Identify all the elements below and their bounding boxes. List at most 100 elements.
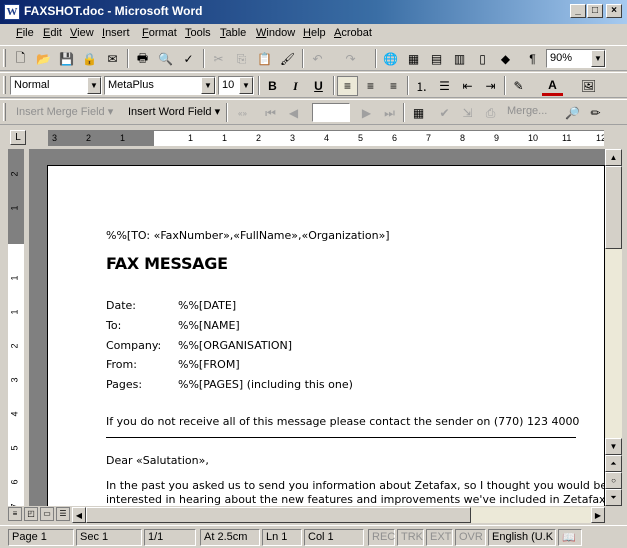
font-color-button[interactable]: A — [542, 76, 563, 96]
menu-view[interactable]: View — [70, 27, 94, 39]
spelling-status-icon[interactable]: 📖 — [558, 529, 582, 546]
copy-icon[interactable]: ⎘ — [231, 49, 252, 69]
menu-edit[interactable]: Edit — [43, 27, 62, 39]
highlight-icon[interactable]: ✎ — [508, 76, 529, 96]
print-icon[interactable]: 🖶 — [132, 49, 153, 69]
increase-indent-icon[interactable]: ⇥ — [480, 76, 501, 96]
toolbar-grip[interactable] — [3, 49, 6, 67]
menu-file[interactable]: File — [16, 27, 34, 39]
check-errors-icon[interactable]: ✔ — [434, 103, 455, 123]
align-left-icon[interactable]: ≡ — [337, 76, 358, 96]
web-layout-icon[interactable]: ◰ — [24, 507, 38, 521]
next-page-icon[interactable]: ⏷ — [605, 489, 622, 506]
horizontal-ruler[interactable]: 321112345678910111213 — [48, 130, 604, 146]
ruler-number: 12 — [596, 133, 604, 143]
insert-picture-icon[interactable]: 🖼 — [578, 76, 599, 96]
find-record-icon[interactable]: 🔎 — [562, 103, 583, 123]
font-size-select[interactable]: 10 ▼ — [218, 76, 254, 95]
redo-icon[interactable]: ↷ — [340, 49, 361, 69]
menu-window[interactable]: Window — [256, 27, 295, 39]
menu-tools[interactable]: Tools — [185, 27, 211, 39]
italic-button[interactable]: I — [285, 76, 306, 96]
merge-button[interactable]: Merge... — [507, 105, 547, 117]
spelling-icon[interactable]: ✓ — [178, 49, 199, 69]
insert-table-icon[interactable]: ▤ — [426, 49, 447, 69]
horizontal-scroll-thumb[interactable] — [86, 507, 471, 523]
edit-data-source-icon[interactable]: ✏ — [585, 103, 606, 123]
hyperlink-icon[interactable]: 🌐 — [380, 49, 401, 69]
vertical-ruler[interactable]: 2111234567 — [8, 149, 24, 506]
next-record-icon[interactable]: ▶ — [356, 103, 377, 123]
horizontal-scroll-track[interactable] — [86, 507, 591, 523]
new-document-icon[interactable]: 🗋 — [10, 49, 31, 69]
scroll-down-icon[interactable]: ▼ — [605, 438, 622, 455]
status-ovr[interactable]: OVR — [455, 529, 486, 546]
toolbar-grip[interactable] — [3, 76, 6, 94]
status-rec[interactable]: REC — [368, 529, 395, 546]
menu-table[interactable]: Table — [220, 27, 246, 39]
align-center-icon[interactable]: ≡ — [360, 76, 381, 96]
underline-button[interactable]: U — [308, 76, 329, 96]
scroll-thumb[interactable] — [605, 166, 622, 249]
scroll-right-icon[interactable]: ▶ — [591, 507, 605, 523]
close-button[interactable]: × — [606, 4, 622, 18]
tab-selector-button[interactable]: L — [10, 130, 26, 145]
toolbar-grip[interactable] — [3, 103, 6, 121]
chevron-down-icon[interactable]: ▼ — [87, 77, 101, 94]
save-icon[interactable]: 💾 — [56, 49, 77, 69]
minimize-button[interactable]: _ — [570, 4, 586, 18]
open-folder-icon[interactable]: 📂 — [33, 49, 54, 69]
numbering-icon[interactable]: ⒈ — [411, 76, 432, 96]
word-app-icon[interactable]: W — [4, 4, 20, 20]
font-select[interactable]: MetaPlus ▼ — [104, 76, 216, 95]
outline-view-icon[interactable]: ☰ — [56, 507, 70, 521]
ruler-number: 2 — [9, 171, 20, 177]
vertical-scrollbar[interactable]: ▲ ▼ ⏶ ○ ⏷ — [605, 149, 622, 506]
previous-record-icon[interactable]: ◀ — [283, 103, 304, 123]
status-trk[interactable]: TRK — [397, 529, 424, 546]
maximize-button[interactable]: □ — [587, 4, 603, 18]
merge-to-printer-icon[interactable]: ⎙ — [480, 103, 501, 123]
permission-icon[interactable]: 🔒 — [79, 49, 100, 69]
menu-acrobat[interactable]: Acrobat — [334, 27, 372, 39]
insert-excel-icon[interactable]: ▥ — [449, 49, 470, 69]
tables-borders-icon[interactable]: ▦ — [403, 49, 424, 69]
bullets-icon[interactable]: ☰ — [434, 76, 455, 96]
format-painter-icon[interactable]: 🖌 — [277, 49, 298, 69]
align-right-icon[interactable]: ≡ — [383, 76, 404, 96]
style-select[interactable]: Normal ▼ — [10, 76, 102, 95]
scroll-left-icon[interactable]: ◀ — [72, 507, 86, 523]
paste-icon[interactable]: 📋 — [254, 49, 275, 69]
normal-view-icon[interactable]: ≡ — [8, 507, 22, 521]
insert-merge-field-button[interactable]: Insert Merge Field ▾ — [16, 105, 113, 118]
select-browse-object-icon[interactable]: ○ — [605, 472, 622, 489]
decrease-indent-icon[interactable]: ⇤ — [457, 76, 478, 96]
chevron-down-icon[interactable]: ▼ — [239, 77, 253, 94]
print-layout-icon[interactable]: ▭ — [40, 507, 54, 521]
view-merged-data-icon[interactable]: «» — [232, 103, 253, 123]
menu-help[interactable]: Help — [303, 27, 326, 39]
show-hide-icon[interactable]: ¶ — [522, 49, 543, 69]
menu-format[interactable]: Format — [142, 27, 177, 39]
menu-insert[interactable]: Insert — [102, 27, 130, 39]
chevron-down-icon[interactable]: ▼ — [591, 50, 605, 67]
insert-word-field-button[interactable]: Insert Word Field ▾ — [128, 105, 220, 118]
document-page[interactable]: %%[TO: «FaxNumber»,«FullName»,«Organizat… — [47, 165, 605, 506]
mail-merge-helper-icon[interactable]: ▦ — [408, 103, 429, 123]
columns-icon[interactable]: ▯ — [472, 49, 493, 69]
last-record-icon[interactable]: ⏭ — [379, 103, 400, 123]
email-icon[interactable]: ✉ — [102, 49, 123, 69]
drawing-icon[interactable]: ◆ — [495, 49, 516, 69]
first-record-icon[interactable]: ⏮ — [260, 103, 281, 123]
scroll-up-icon[interactable]: ▲ — [605, 149, 622, 166]
zoom-select[interactable]: 90% ▼ — [546, 49, 606, 68]
record-number-input[interactable] — [312, 103, 350, 122]
cut-icon[interactable]: ✂ — [208, 49, 229, 69]
status-ext[interactable]: EXT — [426, 529, 453, 546]
bold-button[interactable]: B — [262, 76, 283, 96]
merge-to-document-icon[interactable]: ⇲ — [457, 103, 478, 123]
chevron-down-icon[interactable]: ▼ — [201, 77, 215, 94]
previous-page-icon[interactable]: ⏶ — [605, 455, 622, 472]
print-preview-icon[interactable]: 🔍 — [155, 49, 176, 69]
undo-icon[interactable]: ↶ — [307, 49, 328, 69]
